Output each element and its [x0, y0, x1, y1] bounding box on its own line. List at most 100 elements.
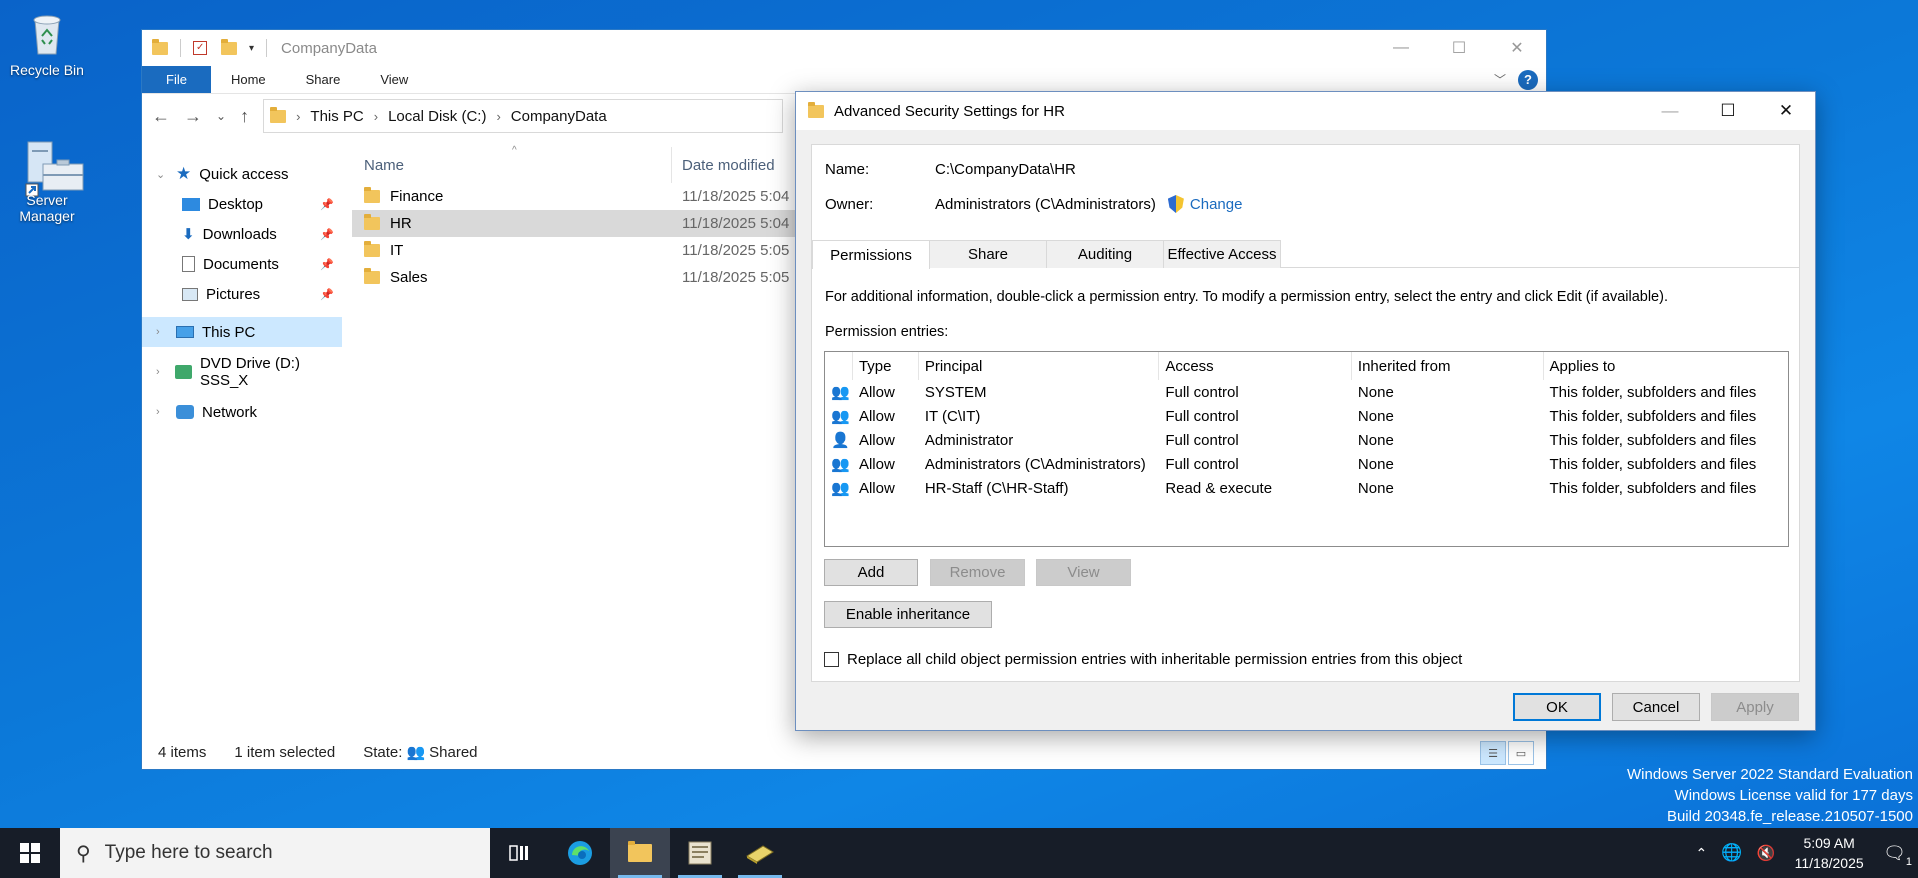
owner-value: Administrators (C\Administrators) — [935, 195, 1156, 213]
column-applies-to[interactable]: Applies to — [1544, 352, 1788, 380]
expand-ribbon-icon[interactable]: ﹀ — [1494, 71, 1506, 88]
permission-row[interactable]: 👥 Allow IT (C\IT) Full control None This… — [825, 404, 1788, 428]
tab-permissions[interactable]: Permissions — [812, 240, 930, 269]
breadcrumb-companydata[interactable]: CompanyData — [511, 108, 607, 125]
up-icon[interactable]: ↑ — [240, 106, 249, 127]
chevron-right-icon[interactable]: › — [296, 109, 300, 124]
entry-applies: This folder, subfolders and files — [1549, 455, 1757, 473]
state-label: State: — [363, 743, 403, 761]
ribbon-tab-file[interactable]: File — [142, 66, 211, 93]
column-date-modified[interactable]: Date modified — [672, 157, 775, 174]
replace-child-permissions-option[interactable]: Replace all child object permission entr… — [824, 651, 1462, 668]
entry-type: Allow — [858, 431, 895, 449]
ok-button[interactable]: OK — [1513, 693, 1601, 721]
taskbar-server-manager[interactable] — [670, 828, 730, 878]
taskbar-app[interactable] — [730, 828, 790, 878]
tab-share[interactable]: Share — [929, 240, 1047, 268]
entry-inherited: None — [1357, 431, 1394, 449]
column-type[interactable]: Type — [853, 352, 919, 380]
column-inherited-from[interactable]: Inherited from — [1352, 352, 1544, 380]
recent-locations-icon[interactable]: ⌄ — [216, 109, 226, 123]
enable-inheritance-button[interactable]: Enable inheritance — [824, 601, 992, 628]
windows-watermark: Windows Server 2022 Standard Evaluation … — [1627, 764, 1913, 827]
apply-button[interactable]: Apply — [1711, 693, 1799, 721]
maximize-button[interactable]: ☐ — [1699, 92, 1757, 130]
entry-access: Read & execute — [1165, 479, 1273, 497]
clock[interactable]: 5:09 AM 11/18/2025 — [1789, 833, 1869, 873]
forward-icon[interactable]: → — [184, 106, 202, 127]
show-hidden-icons-icon[interactable]: ⌃ — [1696, 845, 1708, 862]
taskbar-edge[interactable] — [550, 828, 610, 878]
close-button[interactable]: ✕ — [1757, 92, 1815, 130]
customize-quick-access-icon[interactable]: ▾ — [249, 43, 254, 54]
ribbon-tab-view[interactable]: View — [360, 66, 428, 93]
nav-network[interactable]: › Network — [142, 397, 342, 427]
computer-icon — [176, 326, 194, 338]
name-label: Name: — [825, 161, 870, 178]
file-explorer-icon — [628, 841, 652, 862]
minimize-button[interactable]: — — [1641, 92, 1699, 130]
remove-button[interactable]: Remove — [930, 559, 1025, 586]
chevron-right-icon[interactable]: › — [156, 406, 168, 418]
replace-child-permissions-checkbox[interactable] — [824, 652, 839, 667]
user-icon: 👤 — [831, 432, 850, 449]
nav-quick-access[interactable]: ⌄ ★ Quick access — [142, 159, 342, 189]
desktop-icon-recycle-bin[interactable]: Recycle Bin — [2, 10, 92, 78]
ribbon-tab-home[interactable]: Home — [211, 66, 286, 93]
taskbar-file-explorer[interactable] — [610, 828, 670, 878]
maximize-button[interactable]: ☐ — [1430, 30, 1488, 66]
chevron-down-icon[interactable]: ⌄ — [156, 168, 168, 181]
breadcrumb-local-disk[interactable]: Local Disk (C:) — [388, 108, 486, 125]
permission-row[interactable]: 👤 Allow Administrator Full control None … — [825, 428, 1788, 452]
nav-documents[interactable]: Documents 📌 — [142, 249, 342, 279]
chevron-right-icon[interactable]: › — [374, 109, 378, 124]
taskbar-search-box[interactable]: ⚲ Type here to search — [60, 828, 490, 878]
breadcrumb-this-pc[interactable]: This PC — [310, 108, 363, 125]
new-folder-icon[interactable] — [221, 38, 237, 55]
desktop-icon — [182, 197, 200, 211]
column-access[interactable]: Access — [1159, 352, 1352, 380]
tab-auditing[interactable]: Auditing — [1046, 240, 1164, 268]
address-bar[interactable]: › This PC › Local Disk (C:) › CompanyDat… — [263, 99, 784, 133]
change-owner-link[interactable]: Change — [1167, 195, 1242, 213]
minimize-button[interactable]: — — [1372, 30, 1430, 66]
nav-desktop[interactable]: Desktop 📌 — [142, 189, 342, 219]
chevron-right-icon[interactable]: › — [496, 109, 500, 124]
ribbon-tab-share[interactable]: Share — [286, 66, 361, 93]
properties-icon[interactable]: ✓ — [193, 41, 207, 55]
desktop-icon-server-manager[interactable]: Server Manager — [2, 140, 92, 224]
details-view-icon[interactable]: ☰ — [1480, 741, 1506, 765]
notifications-icon[interactable]: 🗨 1 — [1883, 843, 1912, 868]
permission-entries-list[interactable]: Type Principal Access Inherited from App… — [824, 351, 1789, 547]
notification-count: 1 — [1905, 855, 1912, 868]
nav-downloads[interactable]: ⬇ Downloads 📌 — [142, 219, 342, 249]
close-button[interactable]: ✕ — [1488, 30, 1546, 66]
tab-effective-access[interactable]: Effective Access — [1163, 240, 1281, 268]
app-icon — [746, 845, 774, 864]
pictures-icon — [182, 287, 198, 301]
chevron-right-icon[interactable]: › — [156, 366, 167, 378]
network-globe-icon[interactable]: 🌐 — [1721, 843, 1742, 863]
large-icons-view-icon[interactable]: ▭ — [1508, 741, 1534, 765]
nav-pictures[interactable]: Pictures 📌 — [142, 279, 342, 309]
nav-this-pc[interactable]: › This PC — [142, 317, 342, 347]
help-icon[interactable]: ? — [1518, 69, 1538, 90]
document-icon — [182, 256, 195, 272]
permission-row[interactable]: 👥 Allow Administrators (C\Administrators… — [825, 452, 1788, 476]
nav-dvd-drive[interactable]: › DVD Drive (D:) SSS_X — [142, 355, 342, 389]
column-principal[interactable]: Principal — [919, 352, 1160, 380]
permission-row[interactable]: 👥 Allow SYSTEM Full control None This fo… — [825, 380, 1788, 404]
name-row: Name: C:\CompanyData\HR — [825, 161, 1076, 178]
task-view-button[interactable] — [490, 828, 550, 878]
entry-type: Allow — [858, 383, 895, 401]
start-button[interactable] — [0, 828, 60, 878]
permission-entries-label: Permission entries: — [825, 324, 949, 340]
add-button[interactable]: Add — [824, 559, 918, 586]
volume-muted-icon[interactable]: 🔇 — [1756, 844, 1775, 862]
entry-applies: This folder, subfolders and files — [1549, 479, 1757, 497]
permission-row[interactable]: 👥 Allow HR-Staff (C\HR-Staff) Read & exe… — [825, 476, 1788, 500]
cancel-button[interactable]: Cancel — [1612, 693, 1700, 721]
back-icon[interactable]: ← — [152, 106, 170, 127]
view-button[interactable]: View — [1036, 559, 1131, 586]
chevron-right-icon[interactable]: › — [156, 326, 168, 338]
